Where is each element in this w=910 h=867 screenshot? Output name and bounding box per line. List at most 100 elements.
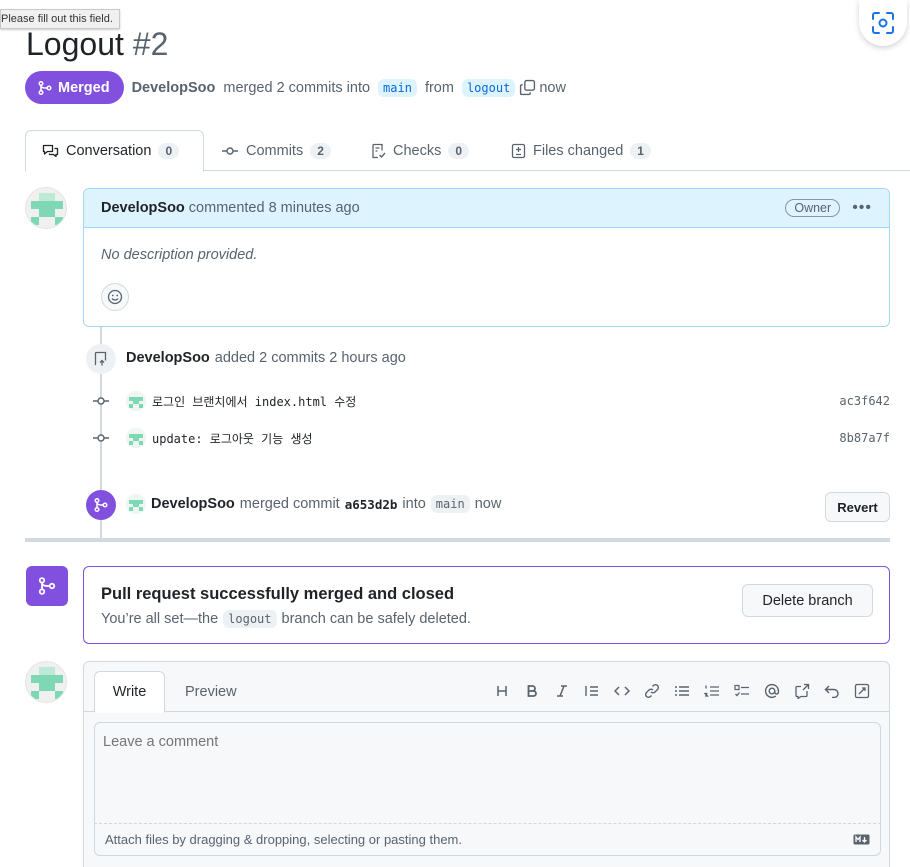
state-badge: Merged <box>25 71 124 104</box>
merged-event: DevelopSoo merged commit a653d2b into ma… <box>126 494 501 514</box>
tab-conversation[interactable]: Conversation 0 <box>25 130 204 172</box>
code-icon[interactable] <box>607 680 637 702</box>
tab-counter: 0 <box>158 143 180 159</box>
copy-icon[interactable] <box>519 79 536 96</box>
kebab-menu-icon[interactable]: ••• <box>852 199 872 217</box>
fullscreen-icon[interactable] <box>847 680 877 702</box>
tab-label: Checks <box>393 142 442 159</box>
bold-icon[interactable] <box>517 680 547 702</box>
tab-counter: 1 <box>630 142 651 159</box>
owner-badge: Owner <box>785 199 841 217</box>
comment-body: No description provided. <box>101 247 258 263</box>
merge-status-box: Pull request successfully merged and clo… <box>83 566 890 644</box>
head-branch[interactable]: logout <box>461 78 516 97</box>
into-text: into <box>402 496 426 512</box>
from-text: from <box>424 79 454 96</box>
markdown-icon <box>853 834 870 845</box>
tab-checks[interactable]: Checks 0 <box>370 130 470 171</box>
list-item: 로그인 브랜치에서 index.html 수정 ac3f642 <box>91 390 890 412</box>
event-author[interactable]: DevelopSoo <box>151 496 235 512</box>
tab-write[interactable]: Write <box>94 671 165 713</box>
event-text: merged commit <box>239 496 340 512</box>
tab-label: Commits <box>246 142 304 159</box>
cross-reference-icon[interactable] <box>787 680 817 702</box>
comment-action: commented 8 minutes ago <box>188 200 360 216</box>
comment-discussion-icon <box>42 144 59 158</box>
comment-author[interactable]: DevelopSoo <box>101 200 185 216</box>
tab-preview[interactable]: Preview <box>185 671 237 713</box>
tab-counter: 2 <box>310 142 331 159</box>
merge-time: now <box>474 496 502 512</box>
git-merge-icon <box>38 577 56 595</box>
ordered-list-icon[interactable] <box>697 680 727 702</box>
attach-text: Attach files by dragging & dropping, sel… <box>105 832 462 847</box>
markdown-toolbar <box>487 680 877 702</box>
revert-button[interactable]: Revert <box>825 492 890 522</box>
repo-push-badge <box>86 344 116 374</box>
tab-commits[interactable]: Commits 2 <box>221 130 331 171</box>
merged-branch[interactable]: logout <box>223 610 277 628</box>
merge-status-subtitle: You’re all set—the logout branch can be … <box>101 610 471 628</box>
add-reaction-button[interactable] <box>101 283 129 311</box>
author-link[interactable]: DevelopSoo <box>132 80 216 96</box>
pr-description-comment: DevelopSoo commented 8 minutes ago Owner… <box>83 188 890 327</box>
merged-text: merged 2 commits into <box>223 79 371 96</box>
git-commit-icon <box>222 146 238 155</box>
subtitle-after: branch can be safely deleted. <box>281 611 471 627</box>
event-text: added 2 commits 2 hours ago <box>214 350 406 366</box>
commit-message[interactable]: 로그인 브랜치에서 index.html 수정 <box>152 393 356 410</box>
checklist-icon <box>372 143 386 158</box>
avatar[interactable] <box>25 661 67 703</box>
git-merge-icon <box>38 80 52 95</box>
tab-files-changed[interactable]: Files changed 1 <box>511 130 651 171</box>
unordered-list-icon[interactable] <box>667 680 697 702</box>
pr-tabs: Conversation 0 Commits 2 Checks 0 Files … <box>25 130 910 172</box>
merge-time: now <box>539 79 566 96</box>
commit-sha[interactable]: 8b87a7f <box>839 431 890 445</box>
comment-textarea[interactable] <box>94 722 881 824</box>
focus-scan-icon <box>872 12 894 34</box>
pr-title: Logout <box>26 26 124 62</box>
link-icon[interactable] <box>637 680 667 702</box>
avatar[interactable] <box>126 391 146 411</box>
merge-commit-sha[interactable]: a653d2b <box>345 497 398 512</box>
commits-added-event: DevelopSoo added 2 commits 2 hours ago <box>126 350 406 366</box>
identicon-icon <box>26 662 66 702</box>
quote-icon[interactable] <box>577 680 607 702</box>
tasklist-icon[interactable] <box>727 680 757 702</box>
commit-message[interactable]: update: 로그아웃 기능 생성 <box>152 430 313 447</box>
git-merge-icon <box>94 497 108 513</box>
timeline-divider <box>25 538 890 542</box>
mention-icon[interactable] <box>757 680 787 702</box>
list-item: update: 로그아웃 기능 생성 8b87a7f <box>91 427 890 449</box>
attach-files-bar[interactable]: Attach files by dragging & dropping, sel… <box>94 824 881 856</box>
base-branch[interactable]: main <box>378 78 417 97</box>
tab-label: Conversation <box>66 143 152 159</box>
merge-status-icon-box <box>26 566 68 606</box>
avatar[interactable] <box>126 494 146 514</box>
commit-dot-icon <box>91 391 111 411</box>
merged-event-badge <box>86 490 116 520</box>
avatar[interactable] <box>126 428 146 448</box>
target-branch[interactable]: main <box>430 495 470 513</box>
delete-branch-button[interactable]: Delete branch <box>742 584 873 617</box>
undo-icon[interactable] <box>817 680 847 702</box>
event-author[interactable]: DevelopSoo <box>126 350 210 366</box>
tab-counter: 0 <box>448 142 470 159</box>
pr-number: #2 <box>132 26 169 62</box>
italic-icon[interactable] <box>547 680 577 702</box>
comment-editor: Write Preview Attach files by dragging &… <box>83 661 890 867</box>
validation-tooltip: Please fill out this field. <box>0 9 120 29</box>
commit-sha[interactable]: ac3f642 <box>839 394 890 408</box>
screenshot-button[interactable] <box>859 0 907 46</box>
editor-tabs: Write Preview <box>84 662 889 713</box>
comment-header: DevelopSoo commented 8 minutes ago Owner… <box>84 189 889 228</box>
avatar[interactable] <box>25 187 67 229</box>
page-title: Logout #2 <box>26 26 168 63</box>
smiley-icon <box>107 289 123 305</box>
heading-icon[interactable] <box>487 680 517 702</box>
tab-label: Files changed <box>533 142 624 159</box>
subtitle-before: You’re all set—the <box>101 611 219 627</box>
commit-dot-icon <box>91 428 111 448</box>
identicon-icon <box>26 188 66 228</box>
